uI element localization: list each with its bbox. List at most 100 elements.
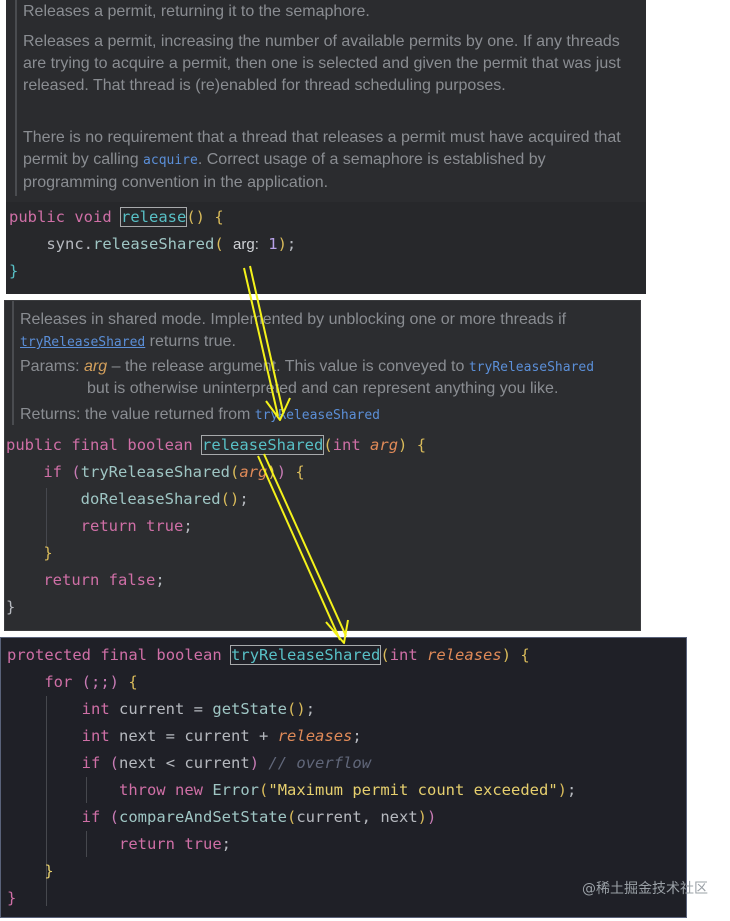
method-call[interactable]: compareAndSetState <box>119 808 287 826</box>
method-call[interactable]: doReleaseShared <box>81 490 221 508</box>
keyword: new <box>175 781 203 799</box>
release-javadoc: Releases a permit, returning it to the s… <box>6 0 646 196</box>
code-line: if (tryReleaseShared(arg)) { <box>43 463 305 481</box>
code-line: if (next < current) // overflow <box>81 754 372 772</box>
code-line: } <box>44 862 54 880</box>
returns-row: Returns: the value returned from tryRele… <box>20 404 630 427</box>
doc-summary: Releases a permit, returning it to the s… <box>23 3 370 20</box>
parameter: arg <box>370 436 399 454</box>
variable: next <box>119 754 157 772</box>
doc-text: returns true. <box>145 333 236 350</box>
method-call[interactable]: releaseShared <box>93 235 214 253</box>
code-line: } <box>6 598 16 616</box>
aqs-releaseshared-panel: Releases in shared mode. Implemented by … <box>4 300 641 631</box>
code-line: for (;;) { <box>44 673 138 691</box>
code-line: sync.releaseShared( arg: 1); <box>46 235 297 253</box>
variable: current <box>119 700 185 718</box>
parameter: arg <box>239 463 268 481</box>
code-line: return true; <box>118 835 231 853</box>
keyword: int <box>389 646 418 664</box>
code-area: public final boolean releaseShared(int a… <box>5 430 640 630</box>
param-hint: arg: <box>233 236 259 253</box>
code-line: } <box>9 258 18 285</box>
code-line: protected final boolean tryReleaseShared… <box>7 645 530 665</box>
doc-text: – the release argument. This value is co… <box>107 358 469 375</box>
keyword: for <box>44 673 73 691</box>
keyword: protected <box>7 646 91 664</box>
open-brace: { <box>214 208 224 226</box>
variable: sync <box>46 235 84 253</box>
number: 1 <box>268 235 278 253</box>
doc-summary: Releases in shared mode. Implemented by … <box>20 309 630 354</box>
keyword: final <box>100 646 148 664</box>
semaphore-release-panel: Releases a permit, returning it to the s… <box>6 0 646 294</box>
code-area: public void release() { sync.releaseShar… <box>6 202 646 294</box>
variable: current <box>184 727 250 745</box>
code-line: return true; <box>80 517 193 535</box>
method-name-release[interactable]: release <box>120 207 188 227</box>
code-line: } <box>43 544 53 562</box>
doc-text: Releases in shared mode. Implemented by … <box>20 311 567 328</box>
method-name-tryreleaseshared[interactable]: tryReleaseShared <box>230 645 382 665</box>
keyword: true <box>146 517 184 535</box>
returns-label: Returns: <box>20 406 81 423</box>
watermark: @稀土掘金技术社区 <box>582 881 708 897</box>
keyword: throw <box>118 781 166 799</box>
params-label: Params: <box>20 358 80 375</box>
keyword: int <box>81 700 110 718</box>
parameter: releases <box>427 646 502 664</box>
semaphore-tryreleaseshared-panel: protected final boolean tryReleaseShared… <box>0 637 687 918</box>
keyword: if <box>43 463 62 481</box>
keyword: false <box>108 571 156 589</box>
keyword: final <box>71 436 119 454</box>
code-line: if (compareAndSetState(current, next)) <box>81 808 437 826</box>
string-literal: "Maximum permit count exceeded" <box>268 781 558 799</box>
keyword: public <box>6 436 62 454</box>
param-name: arg <box>84 358 108 375</box>
code-line: int next = current + releases; <box>81 727 362 745</box>
variable: next <box>380 808 418 826</box>
variable: current <box>184 754 250 772</box>
keyword: return <box>80 517 137 535</box>
parameter: releases <box>277 727 353 745</box>
method-call[interactable]: tryReleaseShared <box>81 463 230 481</box>
comment: // overflow <box>268 754 372 772</box>
close-brace: } <box>9 262 19 280</box>
code-line: doReleaseShared(); <box>80 490 249 508</box>
class-name[interactable]: Error <box>212 781 259 799</box>
keyword: void <box>74 208 112 226</box>
keyword: int <box>81 727 110 745</box>
tryreleaseshared-link[interactable]: tryReleaseShared <box>20 335 145 350</box>
method-call[interactable]: getState <box>212 700 287 718</box>
keyword: boolean <box>127 436 193 454</box>
params-row: Params: arg – the release argument. This… <box>20 356 635 379</box>
code-line: throw new Error("Maximum permit count ex… <box>118 781 577 799</box>
doc-bar <box>15 0 17 196</box>
keyword: return <box>43 571 100 589</box>
releaseshared-javadoc: Releases in shared mode. Implemented by … <box>5 301 640 425</box>
doc-bar <box>12 301 14 425</box>
tryreleaseshared-link[interactable]: tryReleaseShared <box>469 360 594 375</box>
doc-paragraph: There is no requirement that a thread th… <box>23 127 623 194</box>
tryreleaseshared-link[interactable]: tryReleaseShared <box>255 408 380 423</box>
variable: current <box>296 808 362 826</box>
doc-paragraph: Releases a permit, increasing the number… <box>23 33 621 94</box>
params-continued: but is otherwise uninterpreted and can r… <box>87 380 559 397</box>
keyword: int <box>332 436 361 454</box>
code-line: public final boolean releaseShared(int a… <box>6 435 427 455</box>
keyword: public <box>9 208 65 226</box>
keyword: true <box>184 835 222 853</box>
acquire-link[interactable]: acquire <box>143 153 198 168</box>
variable: next <box>119 727 157 745</box>
code-line: return false; <box>43 571 165 589</box>
doc-text: the value returned from <box>80 406 255 423</box>
code-line: public void release() { <box>9 204 224 231</box>
parens: () <box>186 208 206 226</box>
code-line: int current = getState(); <box>81 700 316 718</box>
for-condition: (;;) <box>81 673 119 691</box>
keyword: boolean <box>156 646 222 664</box>
keyword: return <box>118 835 175 853</box>
keyword: if <box>81 754 101 772</box>
method-name-releaseshared[interactable]: releaseShared <box>201 435 325 455</box>
keyword: if <box>81 808 101 826</box>
